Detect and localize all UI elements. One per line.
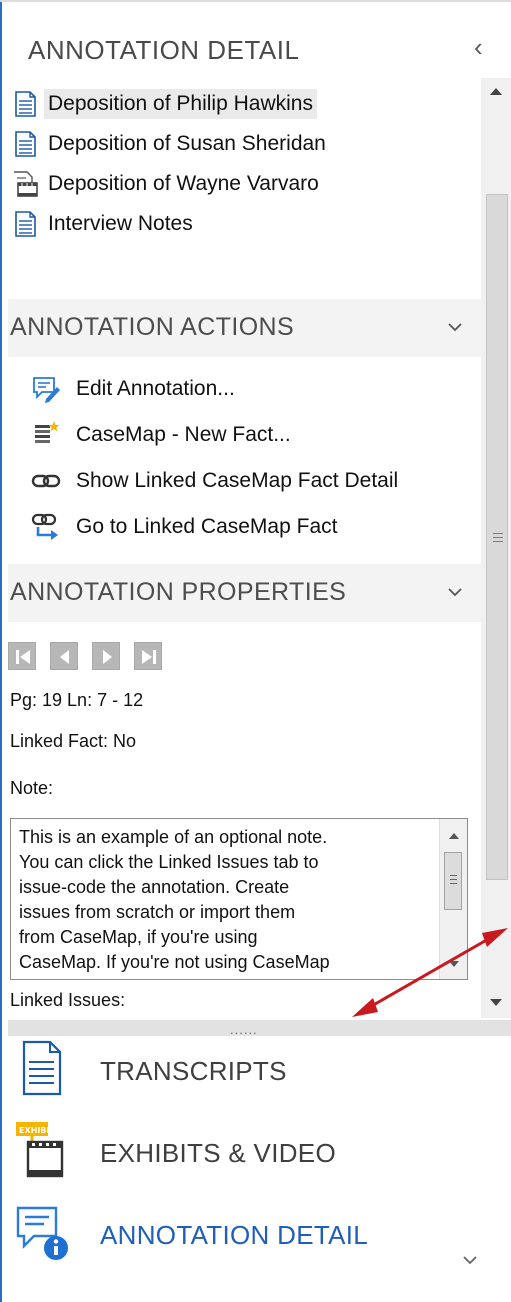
video-transcript-icon [14,171,38,197]
go-to-linked-fact-action[interactable]: Go to Linked CaseMap Fact [8,504,481,550]
document-label: Deposition of Susan Sheridan [48,132,326,155]
link-icon [31,474,61,488]
section-title: ANNOTATION ACTIONS [10,313,295,341]
panel-scroll-area: Deposition of Philip Hawkins Deposition … [8,78,481,1018]
go-to-link-icon [31,513,58,540]
exhibits-video-icon: EXHIBIT [16,1122,64,1178]
action-label: Show Linked CaseMap Fact Detail [76,469,399,492]
nav-item-label: ANNOTATION DETAIL [100,1220,369,1250]
new-fact-icon [35,421,60,443]
document-label: Interview Notes [48,212,193,235]
scroll-down-icon[interactable] [441,953,467,975]
note-line: issues from scratch or import them [19,902,296,922]
panel-title: ANNOTATION DETAIL [28,35,300,65]
note-scrollbar[interactable] [439,819,467,979]
note-line: from CaseMap, if you're using [19,927,258,947]
nav-item-label: EXHIBITS & VIDEO [100,1138,336,1168]
window-left-border [0,0,2,1302]
transcript-icon [15,91,36,117]
document-label: Deposition of Philip Hawkins [44,89,317,119]
note-text: This is an example of an optional note. … [19,825,429,975]
list-item-document[interactable]: Interview Notes [8,204,481,244]
scrollbar-grip [493,533,503,545]
note-line: CaseMap. If you're not using CaseMap [19,952,330,972]
chevron-left-icon[interactable]: ‹ [474,32,483,63]
previous-record-icon [60,650,69,664]
list-item-document[interactable]: Deposition of Wayne Varvaro [8,164,481,204]
note-scrollbar-thumb[interactable] [444,852,462,910]
document-label: Deposition of Wayne Varvaro [48,172,319,195]
nav-item-transcripts[interactable]: TRANSCRIPTS [8,1038,511,1108]
scroll-up-icon[interactable] [481,80,511,104]
transcript-icon [15,211,36,237]
note-line: issue-code the annotation. Create [19,877,290,897]
annotation-detail-panel: ANNOTATION DETAIL ‹ Deposition of Philip… [8,0,511,1020]
previous-record-button[interactable] [50,642,78,670]
scroll-up-icon[interactable] [441,825,467,847]
annotation-detail-icon [16,1206,68,1260]
bottom-navigation: TRANSCRIPTS EXHIBIT EXHIBITS & VIDEO ANN… [8,1036,511,1302]
show-linked-fact-action[interactable]: Show Linked CaseMap Fact Detail [8,458,481,504]
transcripts-icon [22,1040,62,1096]
action-label: Edit Annotation... [76,377,235,400]
scroll-down-icon[interactable] [481,990,511,1014]
new-fact-action[interactable]: CaseMap - New Fact... [8,412,481,458]
nav-item-exhibits-video[interactable]: EXHIBIT EXHIBITS & VIDEO [8,1120,511,1190]
last-record-icon [142,650,156,664]
panel-header: ANNOTATION DETAIL ‹ [8,8,511,78]
linked-fact-value: Linked Fact: No [10,731,137,751]
splitter-grip: ...... [230,1022,258,1037]
nav-item-annotation-detail[interactable]: ANNOTATION DETAIL [8,1202,511,1272]
panel-splitter[interactable]: ...... [8,1020,511,1037]
linked-issues-label: Linked Issues: [10,990,126,1010]
last-record-button[interactable] [134,642,162,670]
record-navigation [8,642,162,670]
transcript-icon [15,131,36,157]
note-line: You can click the Linked Issues tab to [19,852,319,872]
note-line: This is an example of an optional note. [19,827,328,847]
action-label: Go to Linked CaseMap Fact [76,515,338,538]
list-item-document[interactable]: Deposition of Susan Sheridan [8,124,481,164]
exhibit-badge: EXHIBIT [19,1126,55,1135]
page-line-value: Pg: 19 Ln: 7 - 12 [10,690,144,710]
action-list: Edit Annotation... CaseMap - New Fact...… [8,366,481,550]
note-textarea[interactable]: This is an example of an optional note. … [10,818,468,980]
chevron-down-icon[interactable] [460,1250,480,1270]
section-header-properties[interactable]: ANNOTATION PROPERTIES [8,564,481,622]
next-record-icon [103,650,112,664]
first-record-button[interactable] [8,642,36,670]
list-item-document[interactable]: Deposition of Philip Hawkins [8,84,481,124]
nav-item-label: TRANSCRIPTS [100,1056,287,1086]
edit-annotation-icon [33,377,60,403]
action-label: CaseMap - New Fact... [76,423,291,446]
chevron-down-icon[interactable] [445,317,465,337]
section-header-actions[interactable]: ANNOTATION ACTIONS [8,299,481,357]
chevron-down-icon[interactable] [445,582,465,602]
panel-scrollbar[interactable] [481,78,511,1018]
first-record-icon [16,650,30,664]
edit-annotation-action[interactable]: Edit Annotation... [8,366,481,412]
section-title: ANNOTATION PROPERTIES [10,578,347,606]
note-label: Note: [10,778,54,798]
document-list: Deposition of Philip Hawkins Deposition … [8,84,481,244]
next-record-button[interactable] [92,642,120,670]
